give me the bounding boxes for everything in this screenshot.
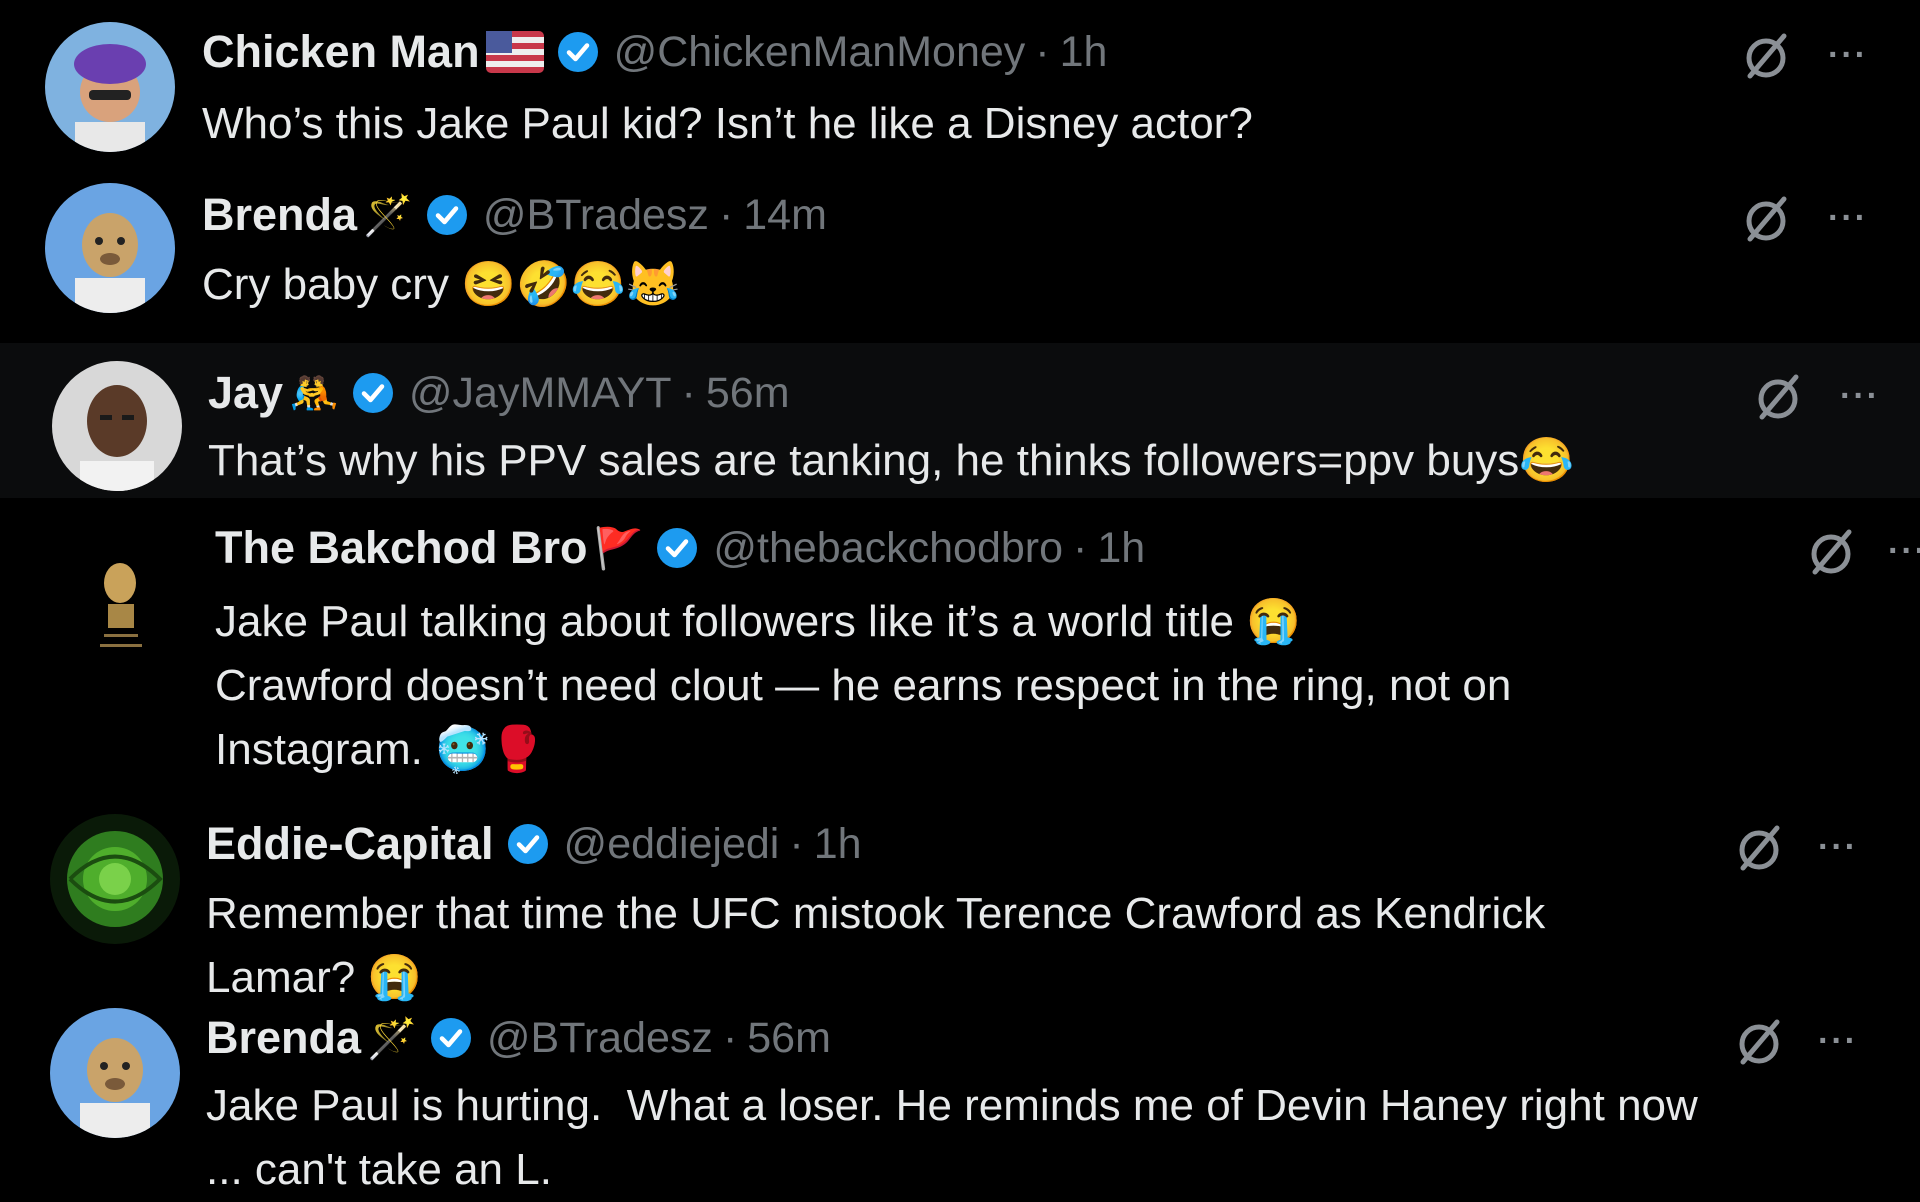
reply-header: Brenda 🪄 @BTradesz · 14m xyxy=(202,187,827,243)
timestamp[interactable]: 1h xyxy=(1060,28,1108,77)
reply-header: Chicken Man @ChickenManMoney · 1h xyxy=(202,24,1107,80)
reply-item[interactable]: Eddie-Capital @eddiejedi · 1h Remember t… xyxy=(0,808,1920,1008)
avatar[interactable] xyxy=(50,814,180,944)
more-options-button[interactable]: ··· xyxy=(1818,1022,1858,1061)
separator-dot: · xyxy=(718,190,734,239)
reply-item[interactable]: Chicken Man @ChickenManMoney · 1h Who’s … xyxy=(0,0,1920,165)
user-handle[interactable]: @BTradesz xyxy=(487,1014,713,1063)
avatar[interactable] xyxy=(45,22,175,152)
verified-badge-icon[interactable] xyxy=(655,526,699,570)
user-handle[interactable]: @eddiejedi xyxy=(564,820,780,869)
slashed-circle-icon[interactable] xyxy=(1733,1016,1785,1068)
verified-badge-icon[interactable] xyxy=(351,371,395,415)
more-options-button[interactable]: ··· xyxy=(1828,199,1868,238)
timestamp[interactable]: 56m xyxy=(706,369,790,418)
slashed-circle-icon[interactable] xyxy=(1733,822,1785,874)
avatar[interactable] xyxy=(50,1008,180,1138)
display-name[interactable]: The Bakchod Bro xyxy=(215,522,588,574)
reply-item[interactable]: Brenda 🪄 @BTradesz · 56m Jake Paul is hu… xyxy=(0,1008,1920,1200)
separator-dot: · xyxy=(722,1013,738,1062)
display-name[interactable]: Brenda xyxy=(206,1012,361,1064)
avatar[interactable] xyxy=(52,361,182,491)
user-handle[interactable]: @BTradesz xyxy=(483,191,709,240)
display-name[interactable]: Chicken Man xyxy=(202,26,480,78)
display-name[interactable]: Eddie-Capital xyxy=(206,818,494,870)
verified-badge-icon[interactable] xyxy=(506,822,550,866)
slashed-circle-icon[interactable] xyxy=(1740,30,1792,82)
display-name[interactable]: Jay xyxy=(208,367,283,419)
us-flag-icon xyxy=(485,31,544,73)
timestamp[interactable]: 14m xyxy=(743,191,827,240)
reply-item[interactable]: The Bakchod Bro 🚩 @thebackchodbro · 1h J… xyxy=(0,498,1920,808)
avatar[interactable] xyxy=(45,183,175,313)
avatar[interactable] xyxy=(58,538,188,668)
reply-item[interactable]: Brenda 🪄 @BTradesz · 14m Cry baby cry 😆🤣… xyxy=(0,165,1920,340)
timestamp[interactable]: 1h xyxy=(1097,524,1145,573)
slashed-circle-icon[interactable] xyxy=(1752,371,1804,423)
reply-text: Cry baby cry 😆🤣😂😹 xyxy=(202,260,681,309)
reply-text: Jake Paul is hurting. What a loser. He r… xyxy=(206,1081,1698,1194)
user-handle[interactable]: @thebackchodbro xyxy=(713,524,1063,573)
reply-header: Eddie-Capital @eddiejedi · 1h xyxy=(206,816,862,872)
wrestling-icon: 🤼 xyxy=(289,371,339,416)
separator-dot: · xyxy=(789,819,804,868)
timestamp[interactable]: 56m xyxy=(747,1014,831,1063)
reply-header: Brenda 🪄 @BTradesz · 56m xyxy=(206,1010,831,1066)
separator-dot: · xyxy=(681,368,696,417)
more-options-button[interactable]: ··· xyxy=(1818,828,1858,867)
separator-dot: · xyxy=(1035,27,1050,76)
verified-badge-icon[interactable] xyxy=(556,30,600,74)
separator-dot: · xyxy=(1073,523,1088,572)
magic-wand-icon: 🪄 xyxy=(367,1016,417,1061)
red-flag-icon: 🚩 xyxy=(593,526,644,571)
verified-badge-icon[interactable] xyxy=(429,1016,473,1060)
reply-text: Jake Paul talking about followers like i… xyxy=(215,597,1512,774)
slashed-circle-icon[interactable] xyxy=(1805,526,1857,578)
display-name[interactable]: Brenda xyxy=(202,189,357,241)
slashed-circle-icon[interactable] xyxy=(1740,193,1792,245)
user-handle[interactable]: @JayMMAYT xyxy=(409,369,672,418)
reply-header: Jay 🤼 @JayMMAYT · 56m xyxy=(208,365,790,421)
timestamp[interactable]: 1h xyxy=(814,820,862,869)
reply-item[interactable]: Jay 🤼 @JayMMAYT · 56m That’s why his PPV… xyxy=(0,343,1920,498)
reply-header: The Bakchod Bro 🚩 @thebackchodbro · 1h xyxy=(215,520,1145,576)
magic-wand-icon: 🪄 xyxy=(363,193,413,238)
more-options-button[interactable]: ··· xyxy=(1828,36,1868,75)
reply-text: Who’s this Jake Paul kid? Isn’t he like … xyxy=(202,99,1253,148)
verified-badge-icon[interactable] xyxy=(425,193,469,237)
user-handle[interactable]: @ChickenManMoney xyxy=(614,28,1026,77)
reply-text: That’s why his PPV sales are tanking, he… xyxy=(208,436,1575,485)
reply-text: Remember that time the UFC mistook Teren… xyxy=(206,889,1546,1002)
more-options-button[interactable]: ··· xyxy=(1888,532,1920,571)
more-options-button[interactable]: ··· xyxy=(1840,377,1880,416)
